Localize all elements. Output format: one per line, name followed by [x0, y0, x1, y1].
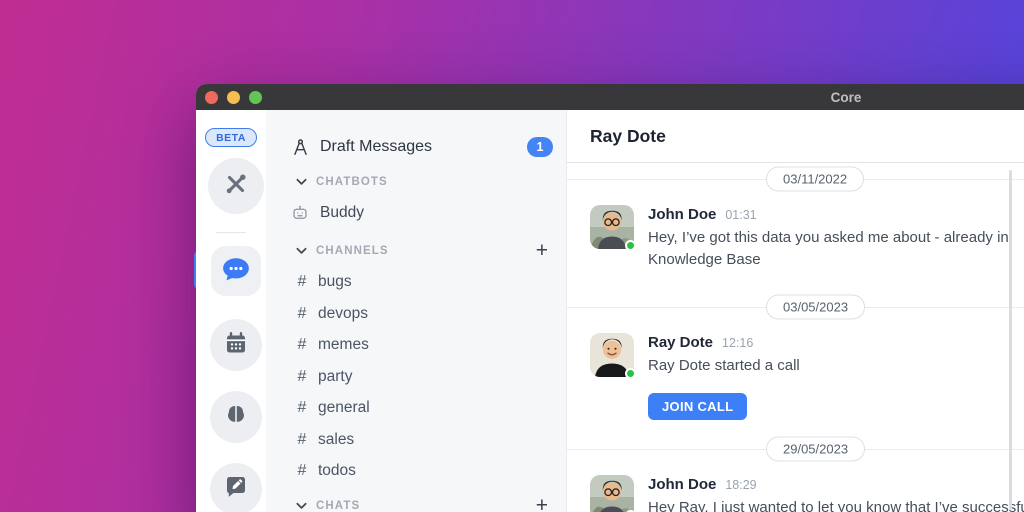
chat-message: John Doe 01:31 Hey, I’ve got this data y…: [567, 205, 1024, 271]
online-status-dot: [625, 240, 636, 251]
chevron-down-icon: [295, 247, 308, 255]
channel-name: sales: [318, 430, 355, 448]
chat-header: Ray Dote: [567, 110, 1024, 163]
date-pill: 03/05/2023: [766, 294, 866, 320]
message-author[interactable]: John Doe: [648, 206, 716, 223]
message-text: Hey, I’ve got this data you asked me abo…: [648, 229, 1009, 268]
window-title: Core: [830, 89, 862, 105]
rail-item-compose[interactable]: [210, 463, 262, 512]
sidebar-channel-item[interactable]: # todos: [266, 456, 566, 488]
section-header-chats[interactable]: CHATS +: [266, 490, 566, 512]
hash-icon: #: [297, 336, 307, 354]
window-titlebar[interactable]: Core: [196, 84, 1024, 110]
section-label: CHANNELS: [316, 244, 389, 257]
date-separator: 03/11/2022: [567, 163, 1024, 195]
avatar[interactable]: [590, 475, 636, 512]
sidebar-item-label: Draft Messages: [320, 138, 433, 155]
robot-icon: [290, 204, 310, 222]
rail-item-tools[interactable]: [208, 158, 264, 214]
date-separator: 03/05/2023: [567, 291, 1024, 323]
zoom-window-button[interactable]: [249, 90, 262, 104]
section-header-chatbots[interactable]: CHATBOTS: [266, 166, 566, 198]
rail-divider: [216, 232, 246, 233]
message-text: Hey Ray, I just wanted to let you know t…: [648, 499, 1024, 512]
hash-icon: #: [297, 367, 307, 385]
sidebar-channel-item[interactable]: # sales: [266, 424, 566, 456]
chat-bubble-icon: [221, 256, 251, 287]
close-window-button[interactable]: [205, 90, 218, 104]
join-call-button[interactable]: JOIN CALL: [648, 393, 748, 420]
traffic-lights: [205, 90, 262, 104]
section-label: CHATS: [316, 499, 361, 512]
rail-item-knowledge[interactable]: [210, 391, 262, 443]
channel-sidebar: Draft Messages 1 CHATBOTS Buddy CHANNELS…: [266, 110, 566, 512]
hash-icon: #: [297, 462, 307, 480]
sidebar-channel-item[interactable]: # bugs: [266, 267, 566, 299]
date-separator: 29/05/2023: [567, 433, 1024, 465]
avatar[interactable]: [590, 333, 636, 379]
rail-item-calendar[interactable]: [210, 319, 262, 371]
avatar-image: [590, 475, 634, 512]
chat-scrollbar[interactable]: [1009, 170, 1012, 510]
app-window: Core BETA Draft Messages 1 CHATBOTS Budd…: [194, 84, 1024, 512]
add-channel-button[interactable]: +: [534, 240, 550, 261]
hash-icon: #: [297, 430, 307, 448]
message-timeline: 03/11/2022 John Doe 01:31 Hey, I’ve got …: [567, 163, 1024, 512]
sidebar-item-buddy[interactable]: Buddy: [266, 198, 566, 230]
hash-icon: #: [297, 273, 307, 291]
draft-count-badge: 1: [527, 137, 553, 157]
chat-message: Ray Dote 12:16 Ray Dote started a call J…: [567, 333, 1024, 420]
minimize-window-button[interactable]: [227, 90, 240, 104]
beta-badge: BETA: [205, 128, 257, 147]
chat-title: Ray Dote: [590, 125, 666, 146]
chevron-down-icon: [295, 502, 308, 510]
channel-name: devops: [318, 304, 368, 322]
message-author[interactable]: John Doe: [648, 476, 716, 493]
sidebar-item-draft-messages[interactable]: Draft Messages 1: [266, 128, 566, 166]
tools-icon: [223, 171, 249, 202]
sidebar-channel-item[interactable]: # memes: [266, 330, 566, 362]
date-pill: 29/05/2023: [766, 436, 866, 462]
chat-message: John Doe 18:29 Hey Ray, I just wanted to…: [567, 475, 1024, 512]
hash-icon: #: [297, 399, 307, 417]
message-author[interactable]: Ray Dote: [648, 334, 713, 351]
icon-rail: BETA: [196, 110, 266, 512]
section-header-channels[interactable]: CHANNELS +: [266, 235, 566, 267]
message-text: Ray Dote started a call: [648, 357, 800, 374]
message-timestamp: 01:31: [725, 208, 757, 222]
brain-icon: [224, 403, 248, 432]
john-avatar-photo: [590, 475, 634, 512]
avatar[interactable]: [590, 205, 636, 251]
chatbot-name: Buddy: [320, 204, 364, 222]
online-status-dot: [625, 368, 636, 379]
sidebar-channel-item[interactable]: # general: [266, 393, 566, 425]
compose-icon: [224, 475, 248, 504]
channel-name: general: [318, 399, 370, 417]
hash-icon: #: [297, 304, 307, 322]
chevron-down-icon: [295, 178, 308, 186]
add-chat-button[interactable]: +: [534, 495, 550, 512]
draft-pen-icon: [290, 138, 310, 157]
message-timestamp: 18:29: [725, 478, 757, 492]
sidebar-channel-item[interactable]: # devops: [266, 298, 566, 330]
chat-panel: Ray Dote 03/11/2022 John Doe 01:31 Hey, …: [566, 110, 1024, 512]
section-label: CHATBOTS: [316, 175, 388, 188]
date-pill: 03/11/2022: [766, 166, 865, 192]
calendar-icon: [224, 331, 248, 360]
channel-name: todos: [318, 462, 356, 480]
sidebar-channel-item[interactable]: # party: [266, 361, 566, 393]
channel-name: party: [318, 367, 353, 385]
channel-list: # bugs # devops # memes # party # genera…: [266, 267, 566, 488]
channel-name: bugs: [318, 273, 352, 291]
channel-name: memes: [318, 336, 369, 354]
desktop-background: Core BETA Draft Messages 1 CHATBOTS Budd…: [0, 0, 1024, 512]
rail-item-chats[interactable]: [211, 246, 261, 296]
message-timestamp: 12:16: [722, 336, 754, 350]
